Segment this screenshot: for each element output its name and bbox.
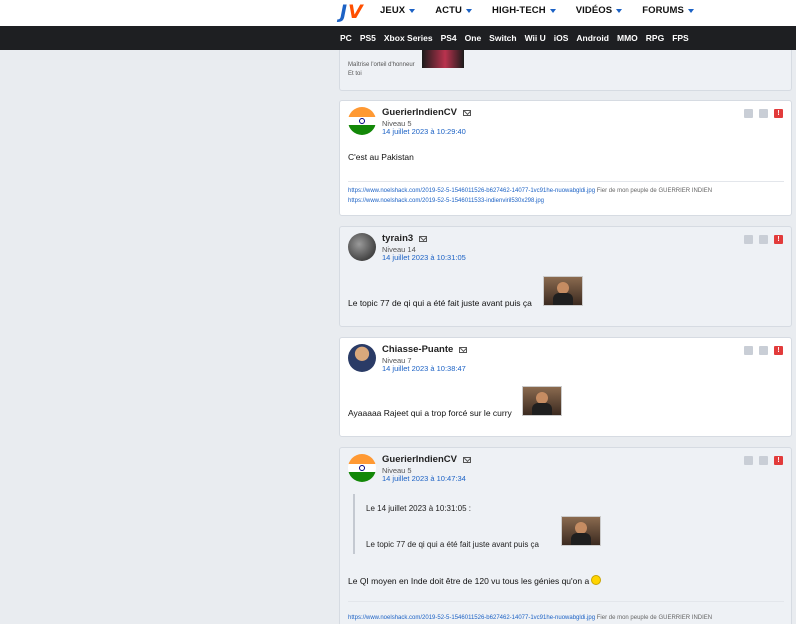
quote-header: Le 14 juillet 2023 à 10:31:05 : [366, 504, 471, 513]
mail-icon[interactable] [459, 346, 468, 353]
main-nav: JEUX ACTU HIGH-TECH VIDÉOS FORUMS [380, 5, 714, 16]
nav-actu[interactable]: ACTU [435, 5, 473, 16]
platform-android[interactable]: Android [576, 33, 609, 43]
chevron-down-icon [409, 8, 416, 13]
platform-mmo[interactable]: MMO [617, 33, 638, 43]
chevron-down-icon [687, 8, 694, 13]
forum-post: tyrain3 Niveau 14 14 juillet 2023 à 10:3… [339, 226, 792, 327]
smiley-icon [591, 575, 602, 585]
platform-switch[interactable]: Switch [489, 33, 516, 43]
mail-icon[interactable] [419, 235, 428, 242]
forum-post: GuerierIndienCV Niveau 5 14 juillet 2023… [339, 447, 792, 624]
post-controls: ! [744, 109, 783, 118]
signature-link[interactable]: https://www.noelshack.com/2019-52-5-1546… [348, 615, 595, 621]
platform-wii-u[interactable]: Wii U [525, 33, 546, 43]
post-date[interactable]: 14 juillet 2023 à 10:47:34 [382, 474, 466, 483]
signature-divider [348, 181, 784, 182]
avatar[interactable] [348, 344, 376, 372]
post-message: C'est au Pakistan [348, 152, 414, 162]
signature-line: https://www.noelshack.com/2019-52-5-1546… [348, 188, 713, 194]
jv-logo[interactable]: JV [340, 1, 363, 23]
sticker-image [561, 516, 601, 546]
chevron-down-icon [616, 8, 623, 13]
post-message: Ayaaaaa Rajeet qui a trop forcé sur le c… [348, 408, 512, 418]
india-flag-icon [348, 454, 376, 482]
avatar[interactable] [348, 233, 376, 261]
report-icon[interactable]: ! [774, 346, 783, 355]
india-flag-icon [348, 107, 376, 135]
post-controls: ! [744, 346, 783, 355]
avatar[interactable] [348, 454, 376, 482]
blacklist-icon[interactable] [759, 109, 768, 118]
quote-text: Le topic 77 de qi qui a été fait juste a… [366, 540, 540, 549]
sticker-image [543, 276, 583, 306]
signature-line: https://www.noelshack.com/2019-52-5-1546… [348, 615, 713, 621]
forum-post: GuerierIndienCV Niveau 5 14 juillet 2023… [339, 100, 792, 216]
platform-fps[interactable]: FPS [672, 33, 689, 43]
chevron-down-icon [466, 8, 473, 13]
platform-nav: PC PS5 Xbox Series PS4 One Switch Wii U … [0, 26, 796, 50]
platform-one[interactable]: One [465, 33, 482, 43]
quoted-message: Le 14 juillet 2023 à 10:31:05 : Le topic… [353, 494, 783, 554]
post-date[interactable]: 14 juillet 2023 à 10:29:40 [382, 127, 466, 136]
quote-icon[interactable] [744, 109, 753, 118]
quote-icon[interactable] [744, 235, 753, 244]
post-message: Le topic 77 de qi qui a été fait juste a… [348, 298, 532, 308]
report-icon[interactable]: ! [774, 109, 783, 118]
platform-pc[interactable]: PC [340, 33, 352, 43]
signature-image [422, 50, 464, 68]
signature-divider [348, 601, 784, 602]
post-author[interactable]: tyrain3 [382, 233, 413, 244]
platform-ps5[interactable]: PS5 [360, 33, 376, 43]
nav-jeux[interactable]: JEUX [380, 5, 416, 16]
mail-icon[interactable] [462, 109, 471, 116]
post-date[interactable]: 14 juillet 2023 à 10:38:47 [382, 364, 466, 373]
platform-ps4[interactable]: PS4 [441, 33, 457, 43]
top-header: JV JEUX ACTU HIGH-TECH VIDÉOS FORUMS [0, 0, 796, 26]
chevron-down-icon [549, 8, 556, 13]
mail-icon[interactable] [462, 456, 471, 463]
signature-link[interactable]: https://www.noelshack.com/2019-52-5-1546… [348, 188, 595, 194]
blacklist-icon[interactable] [759, 456, 768, 465]
nav-high-tech[interactable]: HIGH-TECH [492, 5, 556, 16]
blacklist-icon[interactable] [759, 235, 768, 244]
nav-forums[interactable]: FORUMS [642, 5, 694, 16]
forum-post: Chiasse-Puante Niveau 7 14 juillet 2023 … [339, 337, 792, 437]
signature-link[interactable]: https://www.noelshack.com/2019-52-5-1546… [348, 198, 544, 204]
report-icon[interactable]: ! [774, 456, 783, 465]
post-author[interactable]: GuerierIndienCV [382, 107, 457, 118]
platform-xbox-series[interactable]: Xbox Series [384, 33, 433, 43]
platform-rpg[interactable]: RPG [646, 33, 664, 43]
post-date[interactable]: 14 juillet 2023 à 10:31:05 [382, 253, 466, 262]
post-author[interactable]: Chiasse-Puante [382, 344, 453, 355]
platform-ios[interactable]: iOS [554, 33, 569, 43]
quote-icon[interactable] [744, 456, 753, 465]
post-message: Le QI moyen en Inde doit être de 120 vu … [348, 575, 602, 586]
report-icon[interactable]: ! [774, 235, 783, 244]
quote-icon[interactable] [744, 346, 753, 355]
post-controls: ! [744, 456, 783, 465]
post-controls: ! [744, 235, 783, 244]
avatar[interactable] [348, 107, 376, 135]
post-author[interactable]: GuerierIndienCV [382, 454, 457, 465]
nav-videos[interactable]: VIDÉOS [576, 5, 623, 16]
blacklist-icon[interactable] [759, 346, 768, 355]
post-previous-tail: Maîtrise l'orteil d'honneur Et toi [339, 50, 792, 91]
sticker-image [522, 386, 562, 416]
